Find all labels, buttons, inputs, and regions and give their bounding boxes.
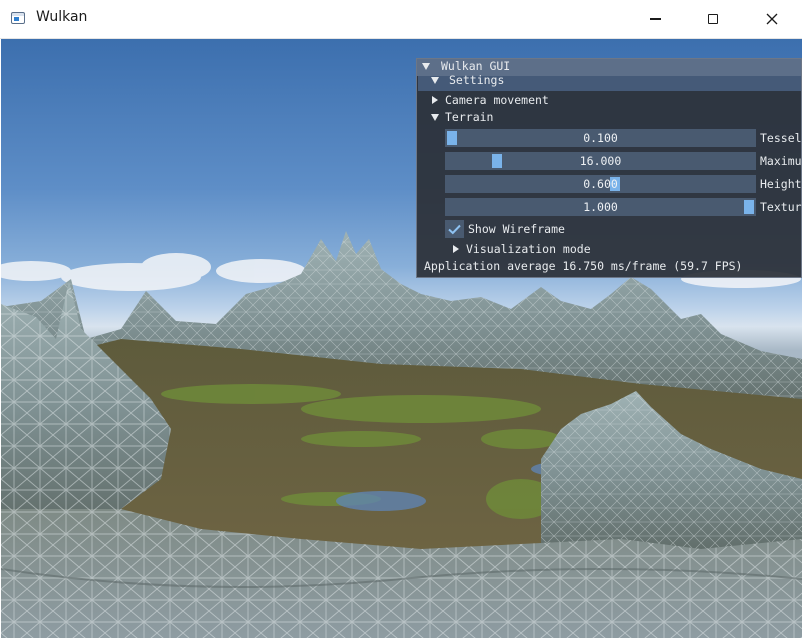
slider-label: Maximu — [760, 154, 802, 168]
slider-value: 16.000 — [579, 154, 622, 168]
app-window-icon — [11, 12, 25, 24]
slider-maximum[interactable]: 16.000 — [445, 152, 756, 170]
window-titlebar[interactable]: Wulkan — [0, 0, 802, 39]
wireframe-label[interactable]: Show Wireframe — [468, 222, 565, 237]
slider-label: Textur — [760, 200, 802, 214]
slider-label: Height — [760, 177, 802, 191]
maximize-button[interactable] — [684, 0, 742, 38]
wireframe-checkbox[interactable] — [445, 220, 464, 238]
slider-texture[interactable]: 1.000 — [445, 198, 756, 216]
visualization-mode-node[interactable]: Visualization mode — [466, 242, 591, 257]
camera-movement-node[interactable]: Camera movement — [445, 93, 549, 108]
slider-value: 1.000 — [583, 200, 618, 214]
slider-tessellation[interactable]: 0.100 — [445, 129, 756, 147]
settings-collapse-icon[interactable] — [431, 77, 439, 84]
terrain-node[interactable]: Terrain — [445, 110, 493, 125]
gui-title: Wulkan GUI — [441, 59, 511, 73]
slider-height[interactable]: 0.600 — [445, 175, 756, 193]
maximize-icon — [708, 14, 718, 24]
fps-stats: Application average 16.750 ms/frame (59.… — [424, 259, 743, 273]
slider-label: Tessel — [760, 131, 802, 145]
close-icon — [766, 13, 778, 25]
slider-value: 0.100 — [583, 131, 618, 145]
checkmark-icon — [448, 224, 461, 234]
visualization-expand-icon[interactable] — [453, 245, 459, 253]
close-button[interactable] — [742, 0, 802, 38]
minimize-icon — [649, 18, 661, 20]
terrain-collapse-icon[interactable] — [431, 114, 439, 121]
slider-value: 0.600 — [583, 177, 618, 191]
window-title: Wulkan — [36, 9, 88, 25]
camera-expand-icon[interactable] — [432, 96, 438, 104]
minimize-button[interactable] — [626, 0, 684, 38]
settings-header[interactable]: Settings — [449, 73, 504, 88]
gui-collapse-icon[interactable] — [422, 63, 430, 70]
